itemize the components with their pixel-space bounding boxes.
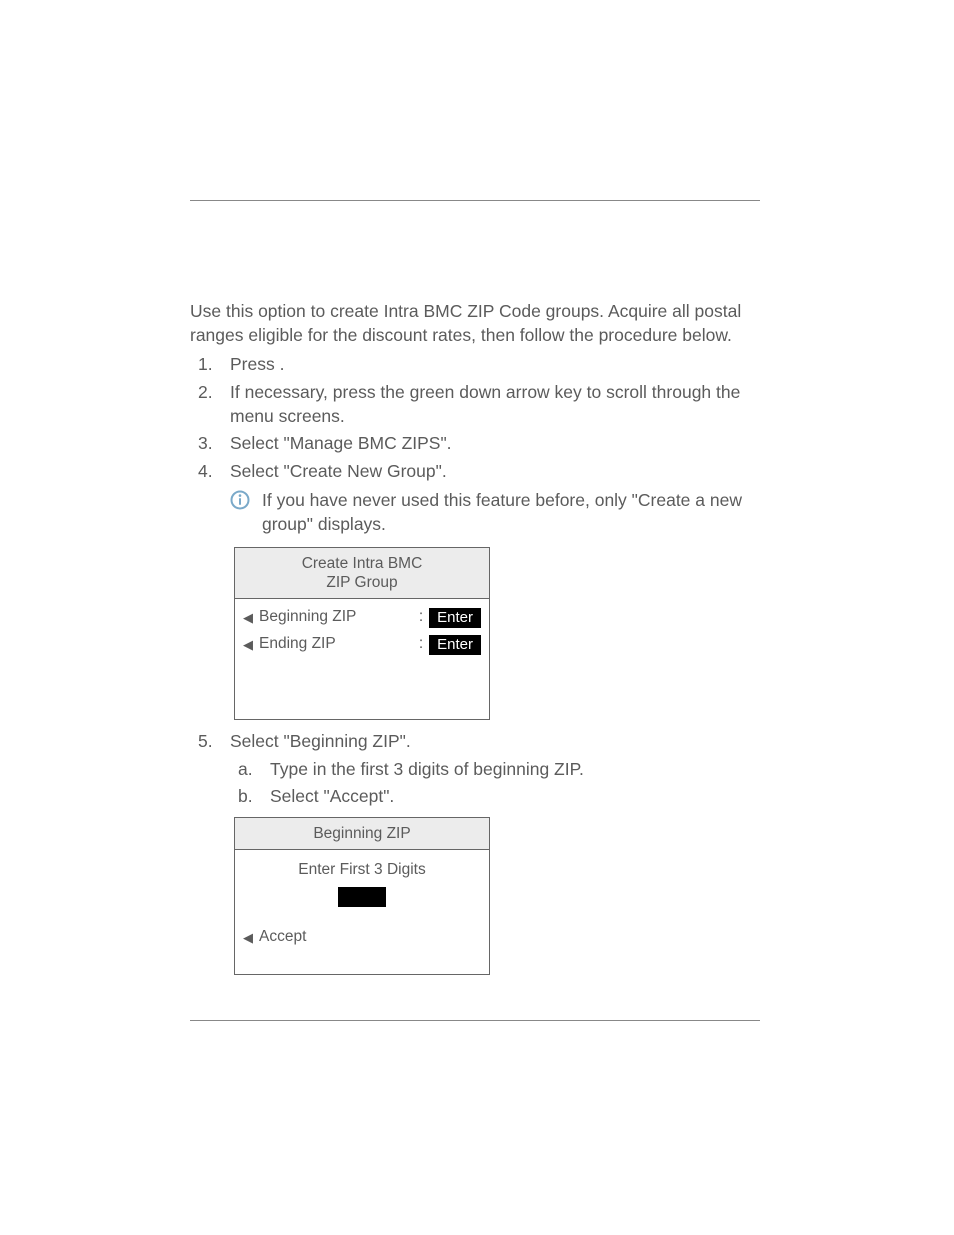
screen1-beginning-label: Beginning ZIP xyxy=(259,607,356,628)
triangle-left-icon: ◀ xyxy=(243,931,253,944)
screen2-header: Beginning ZIP xyxy=(235,818,489,850)
screen1-row-ending: ◀ Ending ZIP : Enter xyxy=(243,634,481,655)
sub-marker-a: a. xyxy=(238,758,253,782)
screen-create-group: Create Intra BMC ZIP Group ◀ Beginning Z… xyxy=(234,547,490,721)
body-text: Use this option to create Intra BMC ZIP … xyxy=(190,300,760,975)
step-2: If necessary, press the green down arrow… xyxy=(190,381,760,428)
info-icon xyxy=(230,490,250,510)
triangle-left-icon: ◀ xyxy=(243,638,253,651)
input-field-box xyxy=(338,887,386,907)
step-3: Select "Manage BMC ZIPS". xyxy=(190,432,760,456)
screen2-accept-label: Accept xyxy=(259,927,306,948)
screen2-subhead: Enter First 3 Digits xyxy=(243,860,481,881)
step-5a-text: Type in the first 3 digits of beginning … xyxy=(270,759,584,779)
step-1: Press . xyxy=(190,353,760,377)
document-page: Use this option to create Intra BMC ZIP … xyxy=(0,0,954,1235)
step-5a: a. Type in the first 3 digits of beginni… xyxy=(230,758,760,782)
steps-list: Press . If necessary, press the green do… xyxy=(190,353,760,975)
screen1-body: ◀ Beginning ZIP : Enter ◀ Ending ZIP : E… xyxy=(235,599,489,719)
step-5b-text: Select "Accept". xyxy=(270,786,394,806)
screen1-title-line2: ZIP Group xyxy=(326,574,397,591)
content-area: Use this option to create Intra BMC ZIP … xyxy=(190,200,760,985)
step-1-prefix: Press xyxy=(230,354,280,374)
sub-marker-b: b. xyxy=(238,785,253,809)
colon: : xyxy=(419,607,423,628)
step-5-text: Select "Beginning ZIP". xyxy=(230,731,411,751)
enter-field: Enter xyxy=(429,635,481,655)
screen2-title: Beginning ZIP xyxy=(313,825,410,842)
screen1-row-beginning: ◀ Beginning ZIP : Enter xyxy=(243,607,481,628)
step-5b: b. Select "Accept". xyxy=(230,785,760,809)
screen1-header: Create Intra BMC ZIP Group xyxy=(235,548,489,600)
rule-bottom xyxy=(190,1020,760,1021)
intro-paragraph: Use this option to create Intra BMC ZIP … xyxy=(190,300,760,347)
screen-beginning-zip: Beginning ZIP Enter First 3 Digits ◀ Acc… xyxy=(234,817,490,975)
note: If you have never used this feature befo… xyxy=(230,489,760,536)
step-4-text: Select "Create New Group". xyxy=(230,461,447,481)
screen1-ending-label: Ending ZIP xyxy=(259,634,336,655)
step-1-suffix: . xyxy=(280,354,285,374)
step-4: Select "Create New Group". If you have n… xyxy=(190,460,760,720)
screen2-accept-row: ◀ Accept xyxy=(243,927,481,948)
screen1-title-line1: Create Intra BMC xyxy=(302,555,423,572)
screen2-body: Enter First 3 Digits ◀ Accept xyxy=(235,850,489,974)
enter-field: Enter xyxy=(429,608,481,628)
step-5: Select "Beginning ZIP". a. Type in the f… xyxy=(190,730,760,975)
colon: : xyxy=(419,634,423,655)
step-5-substeps: a. Type in the first 3 digits of beginni… xyxy=(230,758,760,809)
triangle-left-icon: ◀ xyxy=(243,611,253,624)
note-text: If you have never used this feature befo… xyxy=(262,490,742,534)
